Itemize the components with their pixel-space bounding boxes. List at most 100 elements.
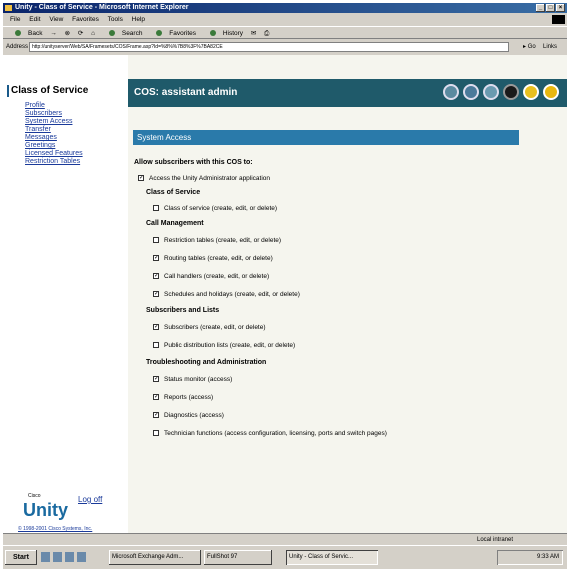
form-intro: Allow subscribers with this COS to: (134, 159, 253, 166)
sidebar-marker-icon (7, 85, 9, 97)
checkbox-row-schedules[interactable]: ✓ Schedules and holidays (create, edit, … (153, 288, 300, 300)
sidebar-item-transfer[interactable]: Transfer (25, 126, 83, 134)
checkbox-row-technician[interactable]: Technician functions (access configurati… (153, 427, 387, 439)
checkbox-label: Technician functions (access configurati… (164, 429, 387, 437)
sidebar-item-subscribers[interactable]: Subscribers (25, 110, 83, 118)
menu-edit[interactable]: Edit (29, 16, 40, 23)
unity-logo: Unity (23, 500, 68, 520)
menu-bar: File Edit View Favorites Tools Help (3, 14, 567, 25)
window-title: Unity - Class of Service - Microsoft Int… (15, 4, 189, 11)
outlook-launch-icon[interactable] (53, 552, 62, 562)
checkbox[interactable]: ✓ (138, 175, 144, 181)
menu-favorites[interactable]: Favorites (72, 16, 99, 23)
search-button[interactable]: Search (103, 30, 142, 37)
checkbox-row-public-lists[interactable]: Public distribution lists (create, edit,… (153, 339, 295, 351)
sidebar-title: Class of Service (11, 85, 89, 96)
checkbox[interactable] (153, 430, 159, 436)
menu-help[interactable]: Help (132, 16, 145, 23)
checkbox[interactable]: ✓ (153, 376, 159, 382)
windows-logo-icon (552, 15, 565, 24)
checkbox-row-restriction-tables[interactable]: Restriction tables (create, edit, or del… (153, 234, 281, 246)
checkbox[interactable]: ✓ (153, 291, 159, 297)
info-icon[interactable] (543, 84, 559, 100)
group-title-class-of-service: Class of Service (146, 189, 201, 196)
group-title-subscribers-lists: Subscribers and Lists (146, 307, 220, 314)
checkbox-row-class-of-service[interactable]: Class of service (create, edit, or delet… (153, 202, 277, 214)
forward-button[interactable]: → (50, 30, 57, 37)
page-title: COS: assistant admin (134, 87, 238, 98)
logoff-link[interactable]: Log off (78, 495, 102, 504)
address-input[interactable]: http://unityserver/Web/SA/Framesets/COS/… (29, 42, 509, 52)
section-header: System Access (133, 130, 519, 145)
start-button[interactable]: Start (5, 550, 37, 565)
status-bar: Local intranet (3, 533, 567, 545)
taskbar-item-fullshot[interactable]: FullShot 97 (204, 550, 272, 565)
checkbox-row-diagnostics[interactable]: ✓ Diagnostics (access) (153, 409, 224, 421)
page-header: COS: assistant admin (128, 79, 567, 107)
sidebar-item-profile[interactable]: Profile (25, 102, 83, 110)
browser-window: Unity - Class of Service - Microsoft Int… (3, 3, 567, 569)
taskbar-item-exchange[interactable]: Microsoft Exchange Adm... (109, 550, 201, 565)
checkbox-row-status-monitor[interactable]: ✓ Status monitor (access) (153, 373, 232, 385)
sidebar-item-restriction-tables[interactable]: Restriction Tables (25, 158, 83, 166)
checkbox[interactable]: ✓ (153, 324, 159, 330)
ie-launch-icon[interactable] (41, 552, 50, 562)
help-icon[interactable] (523, 84, 539, 100)
folder-launch-icon[interactable] (77, 552, 86, 562)
stop-button[interactable]: ⊗ (65, 30, 70, 37)
maximize-button[interactable]: □ (546, 4, 555, 12)
sidebar-item-greetings[interactable]: Greetings (25, 142, 83, 150)
add-icon[interactable] (463, 84, 479, 100)
checkbox[interactable] (153, 205, 159, 211)
checkbox[interactable]: ✓ (153, 255, 159, 261)
group-title-troubleshooting: Troubleshooting and Administration (146, 359, 267, 366)
checkbox[interactable]: ✓ (153, 412, 159, 418)
go-button[interactable]: ▸ Go (523, 40, 536, 54)
taskbar: Start Microsoft Exchange Adm... FullShot… (3, 545, 567, 569)
close-button[interactable]: × (556, 4, 565, 12)
checkbox-row-call-handlers[interactable]: ✓ Call handlers (create, edit, or delete… (153, 270, 269, 282)
taskbar-item-unity[interactable]: Unity - Class of Servic... (286, 550, 378, 565)
sidebar-nav: Profile Subscribers System Access Transf… (25, 102, 83, 166)
refresh-button[interactable]: ⟳ (78, 30, 83, 37)
copyright-link[interactable]: © 1998-2001 Cisco Systems, Inc. (18, 526, 92, 532)
favorites-button[interactable]: Favorites (150, 30, 196, 37)
menu-tools[interactable]: Tools (108, 16, 123, 23)
history-icon (209, 30, 216, 36)
checkbox[interactable]: ✓ (153, 394, 159, 400)
links-button[interactable]: Links (543, 40, 557, 54)
back-arrow-icon (15, 30, 21, 36)
checkbox[interactable] (153, 342, 159, 348)
toolbar: Back → ⊗ ⟳ ⌂ Search Favorites History ✉ … (3, 26, 567, 39)
checkbox-label: Diagnostics (access) (164, 411, 224, 419)
checkbox-label: Restriction tables (create, edit, or del… (164, 236, 282, 244)
print-button[interactable]: ⎙ (264, 30, 269, 37)
home-button[interactable]: ⌂ (91, 30, 95, 37)
history-button[interactable]: History (204, 30, 243, 37)
checkbox-row-subscribers[interactable]: ✓ Subscribers (create, edit, or delete) (153, 321, 266, 333)
checkbox-label: Schedules and holidays (create, edit, or… (164, 290, 300, 298)
ie-icon (5, 5, 12, 11)
desktop-launch-icon[interactable] (65, 552, 74, 562)
title-bar[interactable]: Unity - Class of Service - Microsoft Int… (3, 3, 567, 13)
checkbox[interactable]: ✓ (153, 273, 159, 279)
back-button[interactable]: Back (9, 30, 42, 37)
delete-icon[interactable] (483, 84, 499, 100)
checkbox-row-routing-tables[interactable]: ✓ Routing tables (create, edit, or delet… (153, 252, 273, 264)
sidebar-item-licensed-features[interactable]: Licensed Features (25, 150, 83, 158)
sidebar-item-system-access[interactable]: System Access (25, 118, 83, 126)
mail-button[interactable]: ✉ (251, 30, 256, 37)
checkbox[interactable] (153, 237, 159, 243)
save-icon[interactable] (443, 84, 459, 100)
checkbox-row-reports[interactable]: ✓ Reports (access) (153, 391, 213, 403)
checkbox-row-access-admin[interactable]: ✓ Access the Unity Administrator applica… (138, 172, 270, 184)
checkbox-label: Subscribers (create, edit, or delete) (164, 323, 266, 331)
minimize-button[interactable]: _ (536, 4, 545, 12)
sidebar-item-messages[interactable]: Messages (25, 134, 83, 142)
address-bar: Address http://unityserver/Web/SA/Frames… (3, 40, 567, 54)
menu-file[interactable]: File (10, 16, 20, 23)
favorites-icon (156, 30, 163, 36)
checkbox-label: Reports (access) (164, 393, 214, 401)
sidebar: Class of Service Profile Subscribers Sys… (3, 55, 121, 533)
menu-view[interactable]: View (49, 16, 63, 23)
